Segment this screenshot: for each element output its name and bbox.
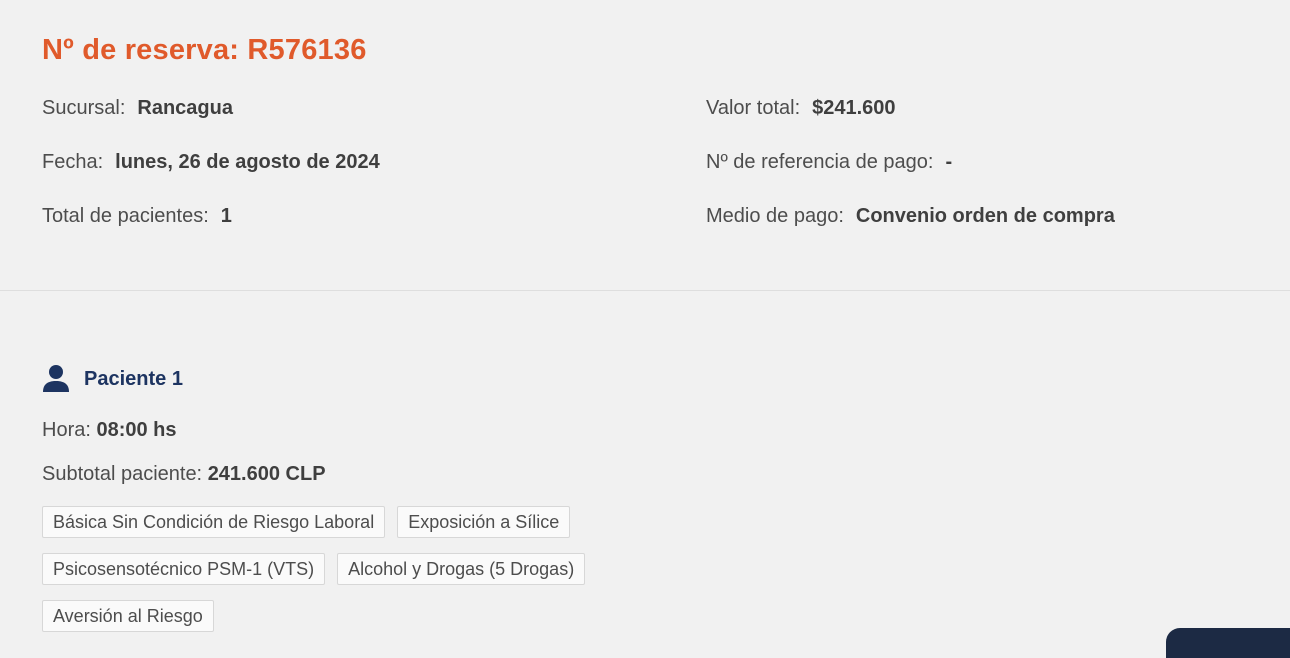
exam-tag: Básica Sin Condición de Riesgo Laboral	[42, 506, 386, 538]
booking-info-right: Valor total: $241.600 Nº de referencia de…	[706, 94, 1115, 256]
exam-tags: Básica Sin Condición de Riesgo Laboral E…	[42, 506, 662, 632]
patient-subtotal: Subtotal paciente: 241.600 CLP	[42, 460, 942, 488]
patients-total-value: 1	[220, 205, 232, 227]
payment-method-row: Medio de pago: Convenio orden de compra	[706, 202, 1115, 256]
payment-reference-value: -	[945, 151, 953, 173]
payment-reference-row: Nº de referencia de pago: -	[706, 148, 1115, 202]
total-value-row: Valor total: $241.600	[706, 94, 1115, 148]
total-value-label: Valor total:	[706, 97, 801, 119]
person-icon	[42, 364, 70, 394]
section-divider	[0, 290, 1290, 291]
exam-tag: Psicosensotécnico PSM-1 (VTS)	[42, 553, 326, 585]
date-value: lunes, 26 de agosto de 2024	[115, 151, 380, 173]
total-value-amount: $241.600	[812, 97, 896, 119]
payment-method-label: Medio de pago:	[706, 205, 844, 227]
branch-label: Sucursal:	[42, 97, 126, 119]
booking-summary: Nº de reserva: R576136 Sucursal: Rancagua…	[42, 30, 1272, 227]
chat-widget-button[interactable]	[1166, 628, 1290, 658]
patient-subtotal-value: 241.600 CLP	[207, 463, 326, 485]
branch-row: Sucursal: Rancagua	[42, 94, 380, 148]
branch-value: Rancagua	[137, 97, 233, 119]
booking-number-title: Nº de reserva: R576136	[42, 34, 367, 66]
exam-tag: Aversión al Riesgo	[42, 600, 214, 632]
booking-info-left: Sucursal: Rancagua Fecha: lunes, 26 de ago…	[42, 94, 380, 256]
payment-method-value: Convenio orden de compra	[855, 205, 1115, 227]
patients-total-row: Total de pacientes: 1	[42, 202, 380, 256]
patient-time-value: 08:00 hs	[96, 419, 177, 441]
date-label: Fecha:	[42, 151, 104, 173]
exam-tag: Exposición a Sílice	[397, 506, 571, 538]
patient-time: Hora: 08:00 hs	[42, 416, 942, 444]
patient-header: Paciente 1	[42, 362, 942, 396]
patients-total-label: Total de pacientes:	[42, 205, 209, 227]
payment-reference-label: Nº de referencia de pago:	[706, 151, 934, 173]
patient-subtotal-label: Subtotal paciente:	[42, 463, 203, 485]
patient-time-label: Hora:	[42, 419, 91, 441]
patient-card: Paciente 1 Hora: 08:00 hs Subtotal pacie…	[42, 362, 942, 632]
date-row: Fecha: lunes, 26 de agosto de 2024	[42, 148, 380, 202]
exam-tag: Alcohol y Drogas (5 Drogas)	[337, 553, 586, 585]
patient-title: Paciente 1	[84, 367, 183, 390]
